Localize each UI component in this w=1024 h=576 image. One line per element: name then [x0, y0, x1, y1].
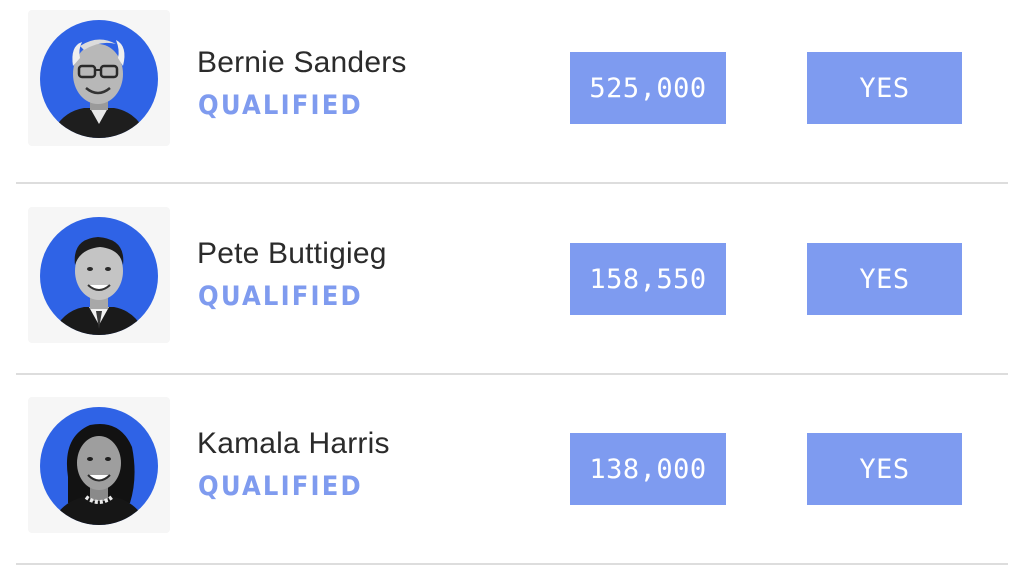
- candidate-row: Kamala Harris QUALIFIED 138,000 YES: [0, 381, 1024, 571]
- polling-threshold-badge: YES: [807, 243, 962, 315]
- polling-threshold-badge: YES: [807, 433, 962, 505]
- row-divider: [16, 182, 1008, 184]
- donor-count-badge: 158,550: [570, 243, 726, 315]
- candidate-photo: [40, 20, 158, 138]
- candidate-name: Bernie Sanders: [197, 46, 407, 79]
- polling-threshold-badge: YES: [807, 52, 962, 124]
- qualification-status: QUALIFIED: [198, 471, 363, 502]
- candidate-row: Bernie Sanders QUALIFIED 525,000 YES: [0, 0, 1024, 190]
- candidate-name: Pete Buttigieg: [197, 237, 387, 270]
- candidate-row: Pete Buttigieg QUALIFIED 158,550 YES: [0, 191, 1024, 381]
- candidate-photo: [40, 407, 158, 525]
- donor-count-badge: 525,000: [570, 52, 726, 124]
- candidate-list: Bernie Sanders QUALIFIED 525,000 YES Pet…: [0, 0, 1024, 576]
- row-divider: [16, 373, 1008, 375]
- qualification-status: QUALIFIED: [198, 90, 363, 121]
- qualification-status: QUALIFIED: [198, 281, 363, 312]
- row-divider: [16, 563, 1008, 565]
- candidate-name: Kamala Harris: [197, 427, 390, 460]
- donor-count-badge: 138,000: [570, 433, 726, 505]
- avatar-tile: [28, 207, 170, 343]
- avatar-tile: [28, 397, 170, 533]
- candidate-photo: [40, 217, 158, 335]
- avatar-tile: [28, 10, 170, 146]
